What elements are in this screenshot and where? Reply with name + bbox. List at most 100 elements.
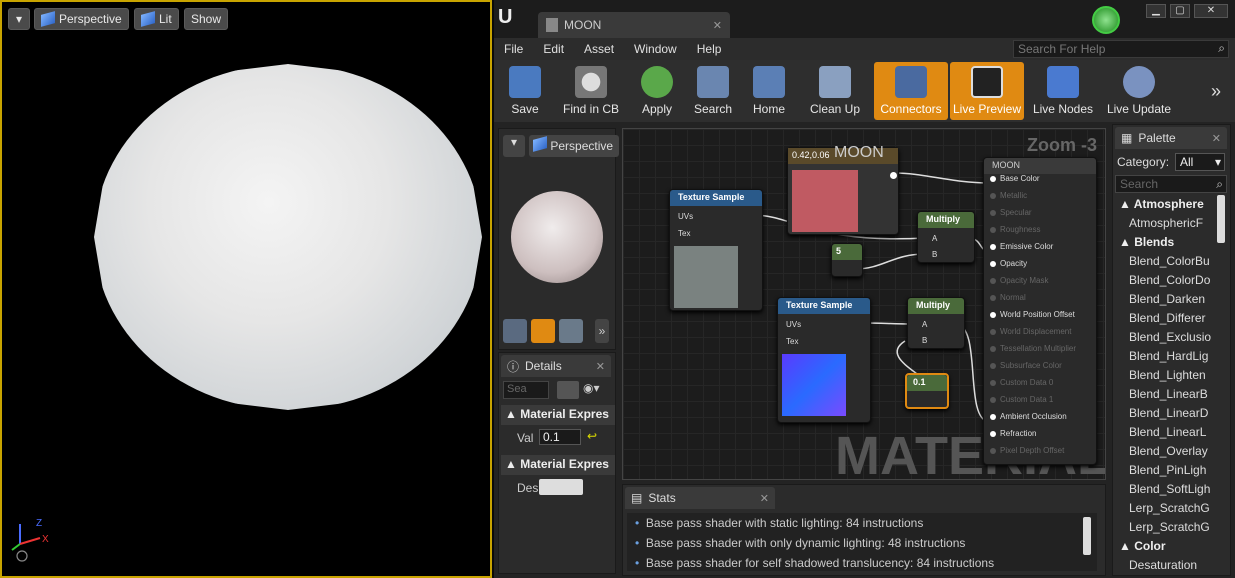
menu-file[interactable]: File — [494, 42, 533, 56]
palette-item[interactable]: Blend_LinearL — [1115, 423, 1215, 442]
level-viewport[interactable]: ▾ Perspective Lit Show Z X — [0, 0, 492, 578]
result-pin[interactable]: World Displacement — [984, 327, 1096, 344]
multiply-node-2[interactable]: Multiply A B — [907, 297, 965, 349]
viewport-options-button[interactable]: ▾ — [8, 8, 30, 30]
palette-category[interactable]: ▲ Blends — [1115, 233, 1215, 252]
result-pin[interactable]: Tessellation Multiplier — [984, 344, 1096, 361]
palette-item[interactable]: Lerp_ScratchG — [1115, 518, 1215, 537]
palette-item[interactable]: Blend_ColorBu — [1115, 252, 1215, 271]
cylinder-primitive-button[interactable] — [503, 319, 527, 343]
palette-search-input[interactable]: Search ⌕ — [1115, 175, 1227, 193]
maximize-icon[interactable]: ▢ — [1170, 4, 1190, 18]
palette-item[interactable]: Blend_Differer — [1115, 309, 1215, 328]
source-control-icon[interactable] — [1092, 6, 1120, 34]
search-button[interactable]: Search — [686, 62, 740, 120]
result-pin[interactable]: Roughness — [984, 225, 1096, 242]
stats-tab[interactable]: ▤ Stats ✕ — [625, 487, 775, 509]
close-window-icon[interactable]: ✕ — [1194, 4, 1228, 18]
result-pin[interactable]: Normal — [984, 293, 1096, 310]
multiply-node-1[interactable]: Multiply A B — [917, 211, 975, 263]
result-pin[interactable]: Ambient Occlusion — [984, 412, 1096, 429]
palette-category[interactable]: ▲ Color — [1115, 537, 1215, 556]
more-primitives-icon[interactable]: » — [595, 319, 609, 343]
save-button[interactable]: Save — [498, 62, 552, 120]
result-pin[interactable]: Custom Data 1 — [984, 395, 1096, 412]
palette-item[interactable]: Blend_Darken — [1115, 290, 1215, 309]
preview-options-button[interactable]: ▾ — [503, 135, 525, 157]
clean-up-button[interactable]: Clean Up — [798, 62, 872, 120]
sphere-primitive-button[interactable] — [531, 319, 555, 343]
material-expression-section-1[interactable]: ▲ Material Expres — [501, 405, 615, 425]
document-tab[interactable]: MOON ✕ — [538, 12, 730, 38]
palette-item[interactable]: Blend_LinearD — [1115, 404, 1215, 423]
texture-sample-node-2[interactable]: Texture Sample UVs Tex — [777, 297, 871, 423]
plane-primitive-button[interactable] — [559, 319, 583, 343]
constant-5-node[interactable]: 5 — [831, 243, 863, 277]
texture-sample-node-1[interactable]: Texture Sample UVs Tex — [669, 189, 763, 311]
minimize-icon[interactable]: ▁ — [1146, 4, 1166, 18]
close-stats-icon[interactable]: ✕ — [760, 492, 769, 505]
value-field[interactable]: 0.1 — [539, 429, 581, 445]
palette-tab[interactable]: ▦ Palette ✕ — [1115, 127, 1227, 149]
search-help-input[interactable]: Search For Help ⌕ — [1013, 40, 1229, 58]
perspective-button[interactable]: Perspective — [34, 8, 129, 30]
menu-help[interactable]: Help — [687, 42, 732, 56]
palette-scrollbar[interactable] — [1217, 195, 1225, 243]
close-palette-icon[interactable]: ✕ — [1212, 132, 1221, 145]
live-update-button[interactable]: Live Update — [1102, 62, 1176, 120]
find-in-cb-button[interactable]: Find in CB — [554, 62, 628, 120]
palette-item[interactable]: Desaturation — [1115, 556, 1215, 573]
palette-item[interactable]: Blend_HardLig — [1115, 347, 1215, 366]
palette-item[interactable]: Blend_Overlay — [1115, 442, 1215, 461]
eye-icon[interactable]: ◉▾ — [583, 381, 611, 399]
preview-perspective-button[interactable]: Perspective — [529, 135, 619, 157]
result-pin[interactable]: Emissive Color — [984, 242, 1096, 259]
result-node[interactable]: MOON Base Color Metallic Specular Roughness… — [983, 157, 1097, 465]
stats-scrollbar[interactable] — [1083, 517, 1091, 555]
result-pin[interactable]: Refraction — [984, 429, 1096, 446]
home-button[interactable]: Home — [742, 62, 796, 120]
moon-vector-param-node[interactable]: 0.42,0.06 MOON — [787, 144, 899, 235]
category-select[interactable]: All ▾ — [1175, 153, 1225, 171]
palette-item[interactable]: Lerp_ScratchG — [1115, 499, 1215, 518]
menu-asset[interactable]: Asset — [574, 42, 624, 56]
pin-dot — [990, 260, 996, 267]
result-pin[interactable]: Pixel Depth Offset — [984, 446, 1096, 463]
result-pin[interactable]: Opacity Mask — [984, 276, 1096, 293]
palette-item[interactable]: Blend_Lighten — [1115, 366, 1215, 385]
toolbar-overflow-icon[interactable]: » — [1211, 62, 1231, 120]
close-tab-icon[interactable]: ✕ — [713, 19, 722, 32]
result-pin[interactable]: Custom Data 0 — [984, 378, 1096, 395]
details-tab[interactable]: ⓘ Details ✕ — [501, 355, 611, 377]
menu-window[interactable]: Window — [624, 42, 687, 56]
grid-view-icon[interactable] — [557, 381, 579, 399]
result-pin[interactable]: Base Color — [984, 174, 1096, 191]
connectors-button[interactable]: Connectors — [874, 62, 948, 120]
material-expression-section-2[interactable]: ▲ Material Expres — [501, 455, 615, 475]
live-nodes-button[interactable]: Live Nodes — [1026, 62, 1100, 120]
apply-button[interactable]: Apply — [630, 62, 684, 120]
result-pin[interactable]: World Position Offset — [984, 310, 1096, 327]
constant-01-node[interactable]: 0.1 — [905, 373, 949, 409]
result-pin[interactable]: Specular — [984, 208, 1096, 225]
close-details-icon[interactable]: ✕ — [596, 360, 605, 373]
lit-button[interactable]: Lit — [134, 8, 179, 30]
palette-item[interactable]: Blend_PinLigh — [1115, 461, 1215, 480]
live-preview-button[interactable]: Live Preview — [950, 62, 1024, 120]
material-graph[interactable]: Zoom -3 MATERIAL 0.42,0.06 MOON Texture … — [622, 128, 1106, 480]
palette-item[interactable]: Blend_LinearB — [1115, 385, 1215, 404]
palette-item[interactable]: Blend_SoftLigh — [1115, 480, 1215, 499]
palette-category[interactable]: ▲ Atmosphere — [1115, 195, 1215, 214]
result-pin[interactable]: Subsurface Color — [984, 361, 1096, 378]
result-pin[interactable]: Opacity — [984, 259, 1096, 276]
desc-field[interactable] — [539, 479, 583, 495]
palette-item[interactable]: AtmosphericF — [1115, 214, 1215, 233]
reset-value-icon[interactable]: ↩ — [587, 429, 597, 443]
show-button[interactable]: Show — [184, 8, 229, 30]
result-pin[interactable]: Metallic — [984, 191, 1096, 208]
palette-item[interactable]: Blend_ColorDo — [1115, 271, 1215, 290]
palette-item[interactable]: Blend_Exclusio — [1115, 328, 1215, 347]
menu-edit[interactable]: Edit — [533, 42, 574, 56]
pin-dot — [990, 447, 996, 454]
details-search-input[interactable]: Sea — [503, 381, 549, 399]
